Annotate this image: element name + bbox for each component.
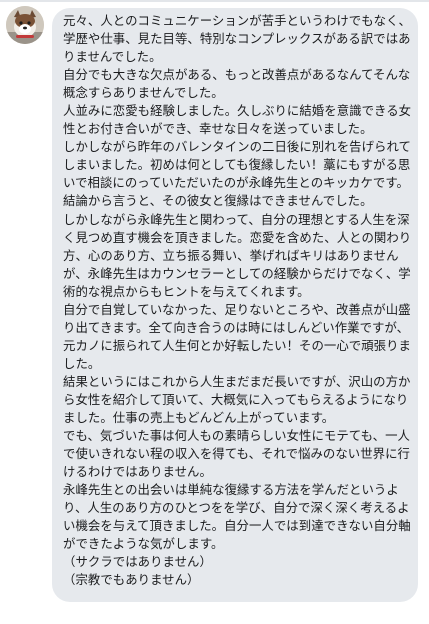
message-line: 自分で自覚していなかった、足りないところや、改善点が山盛: [63, 301, 411, 317]
message-line: しかしながら昨年のバレンタインの二日後に別れを告げられて: [63, 139, 411, 155]
message-line: 元カノに振られて人生何とか好転したい！その一心で頑張りま: [63, 337, 411, 353]
message-line: いで相談にのっていただいたのが永峰先生とのキッカケです。: [63, 175, 409, 191]
sender-avatar[interactable]: [6, 6, 44, 44]
top-divider: [0, 0, 429, 2]
message-line: 元々、人とのコミュニケーションが苦手というわけでもなく、: [63, 13, 411, 28]
message-line: り出てきます。全て向き合うのは時にはしんどい作業ですが、: [63, 319, 410, 335]
message-line: 術的な視点からもヒントを与えてくれます。: [63, 283, 310, 299]
message-line: 結果というにはこれから人生まだまだ長いですが、沢山の方か: [63, 373, 411, 389]
message-line: （宗教でもありません）: [63, 572, 200, 588]
message-line: 自分でも大きな欠点がある、もっと改善点があるなんてそんな: [63, 67, 411, 83]
message-line: り、人生のあり方のひとつをを学び、自分で深く深く考えるよ: [63, 500, 410, 516]
message-line: い機会を与えて頂きました。自分一人では到達できない自分軸: [63, 518, 411, 534]
message-line: が、永峰先生はカウンセラーとしての経験からだけでなく、学: [63, 265, 411, 281]
message-line: 概念すらありませんでした。: [63, 85, 224, 101]
message-line: 学歴や仕事、見た目等、特別なコンプレックスがある訳ではあ: [63, 31, 411, 47]
message-line: く見つめ直す機会を頂きました。恋愛を含めた、人との関わり: [63, 229, 412, 245]
message-line: （サクラではありません）: [63, 554, 212, 570]
message-line: 性とお付き合いができ、幸せな日々を送っていました。: [63, 121, 373, 137]
message-line: りませんでした。: [63, 49, 162, 65]
message-line: 方、心のあり方、立ち振る舞い、挙げればキリはありません: [63, 247, 399, 263]
message-line: 結論から言うと、その彼女と復縁はできませんでした。: [63, 193, 373, 209]
message-line: しまいました。初めは何としても復縁したい！藁にもすがる思: [63, 157, 411, 173]
message-line: した。: [63, 355, 101, 371]
message-line: で使いきれない程の収入を得ても、それで悩みのない世界に行: [63, 446, 410, 462]
message-line: ができたような気がします。: [63, 536, 224, 552]
message-line: けるわけではありません。: [63, 464, 212, 480]
message-line: しかしながら永峰先生と関わって、自分の理想とする人生を深: [63, 211, 410, 227]
message-line: でも、気づいた事は何人もの素晴らしい女性にモテても、一人: [63, 428, 410, 444]
message-line: ました。仕事の売上もどんどん上がっています。: [63, 410, 335, 426]
message-line: 人並みに恋愛も経験しました。久しぶりに結婚を意識できる女: [63, 103, 412, 119]
message-line: 永峰先生との出会いは単純な復縁する方法を学んだというよ: [63, 482, 399, 498]
dog-photo-avatar-icon: [6, 6, 44, 44]
message-text: 元々、人とのコミュニケーションが苦手というわけでもなく、 学歴や仕事、見た目等、特…: [63, 12, 412, 590]
message-line: ら女性を紹介して頂いて、大概気に入ってもらえるようになり: [63, 391, 409, 407]
message-bubble[interactable]: 元々、人とのコミュニケーションが苦手というわけでもなく、 学歴や仕事、見た目等、特…: [52, 8, 418, 602]
